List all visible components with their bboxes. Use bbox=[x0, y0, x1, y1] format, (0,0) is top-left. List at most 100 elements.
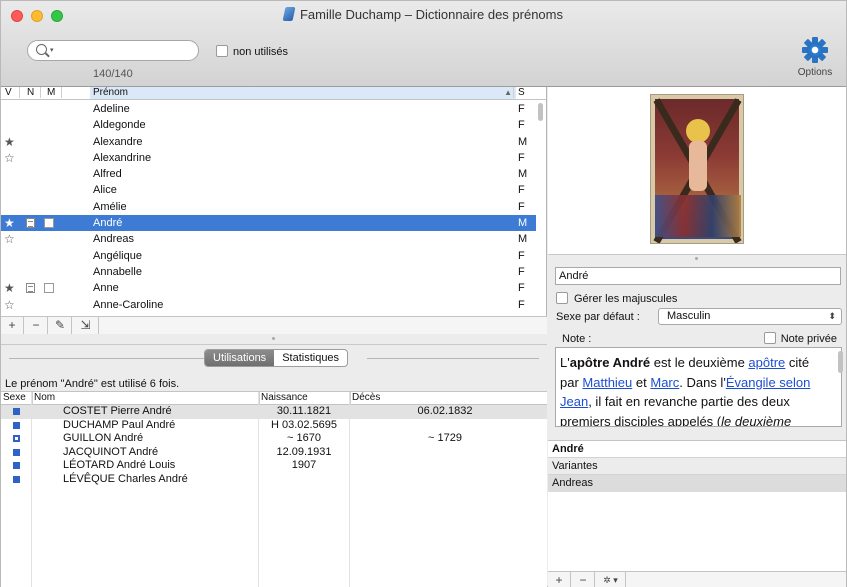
tab-utilisations[interactable]: Utilisations bbox=[205, 350, 275, 366]
variant-item[interactable]: Andreas bbox=[548, 475, 846, 492]
options-button[interactable]: Options bbox=[795, 37, 835, 78]
note-text[interactable]: L'apôtre André est le deuxième apôtre ci… bbox=[555, 347, 842, 427]
name-cell: Amélie bbox=[93, 200, 127, 213]
column-header-n[interactable]: N bbox=[27, 87, 34, 99]
edit-name-button[interactable]: ✎ bbox=[49, 317, 72, 334]
remove-variant-button[interactable]: − bbox=[572, 572, 595, 587]
name-row[interactable]: Alice F bbox=[1, 182, 536, 198]
variant-actions-menu[interactable]: ✲ ▾ bbox=[596, 572, 626, 587]
column-header-nom[interactable]: Nom bbox=[32, 392, 55, 404]
names-scrollbar[interactable] bbox=[538, 103, 543, 121]
search-field[interactable]: ▾ bbox=[27, 40, 199, 61]
private-note-option[interactable]: Note privée bbox=[763, 332, 837, 345]
name-row[interactable]: ★ Alexandre M bbox=[1, 134, 536, 150]
names-table-header: V N M Prénom ▲ S bbox=[1, 87, 546, 100]
column-header-sexe[interactable]: Sexe bbox=[1, 392, 26, 404]
sex-cell: M bbox=[518, 168, 528, 181]
birth-date-cell: 12.09.1931 bbox=[276, 445, 332, 458]
sex-cell: F bbox=[518, 265, 525, 278]
sex-indicator-icon bbox=[13, 475, 20, 483]
birth-date-cell: 1907 bbox=[291, 459, 317, 471]
person-name-cell: COSTET Pierre André bbox=[63, 405, 172, 417]
usage-summary: Le prénom "André" est utilisé 6 fois. bbox=[5, 378, 180, 390]
search-input[interactable] bbox=[62, 43, 192, 58]
column-header-s[interactable]: S bbox=[518, 87, 525, 99]
sex-cell: F bbox=[518, 200, 525, 213]
birth-date-cell: H 03.02.5695 bbox=[270, 418, 338, 431]
column-header-prenom[interactable]: Prénom ▲ bbox=[90, 87, 516, 99]
split-handle[interactable] bbox=[695, 257, 698, 260]
star-icon[interactable]: ☆ bbox=[4, 297, 22, 313]
private-note-checkbox[interactable] bbox=[763, 332, 776, 344]
name-row[interactable]: Annabelle F bbox=[1, 264, 536, 280]
note-scrollbar[interactable] bbox=[838, 351, 843, 373]
manage-capitals-checkbox[interactable] bbox=[556, 292, 568, 304]
name-row[interactable]: Aldegonde F bbox=[1, 117, 536, 133]
name-row[interactable]: ★ André M bbox=[1, 215, 536, 232]
note-icon bbox=[26, 218, 35, 229]
names-count: 140/140 bbox=[93, 68, 133, 80]
saint-andrew-image[interactable] bbox=[650, 94, 744, 244]
name-row[interactable]: ☆ Anne-Caroline F bbox=[1, 297, 536, 313]
name-row[interactable]: Alfred M bbox=[1, 166, 536, 182]
sex-indicator-icon bbox=[13, 435, 20, 442]
link-matthieu[interactable]: Matthieu bbox=[582, 375, 632, 390]
default-sex-label: Sexe par défaut : bbox=[556, 311, 640, 323]
column-header-deces[interactable]: Décès bbox=[350, 392, 380, 404]
note-italic-text: le deuxième bbox=[721, 413, 792, 427]
unused-filter[interactable]: non utilisés bbox=[216, 45, 288, 58]
usage-row[interactable]: LÉVÊQUE Charles André bbox=[1, 473, 547, 487]
variants-list[interactable]: Andreas bbox=[548, 475, 846, 492]
marker-checkbox[interactable] bbox=[44, 283, 54, 294]
usage-row[interactable]: JACQUINOT André 12.09.1931 bbox=[1, 446, 547, 460]
usage-row[interactable]: GUILLON André ~ 1670 ~ 1729 bbox=[1, 432, 547, 446]
name-row[interactable]: ☆ Annie F bbox=[1, 313, 536, 315]
default-sex-select[interactable]: Masculin ⬍ bbox=[658, 308, 842, 325]
star-icon[interactable]: ☆ bbox=[4, 150, 22, 166]
separator-line bbox=[9, 358, 204, 359]
name-row[interactable]: Amélie F bbox=[1, 199, 536, 215]
sex-indicator-icon bbox=[13, 462, 20, 469]
usage-row[interactable]: DUCHAMP Paul André H 03.02.5695 bbox=[1, 419, 547, 433]
note-label: Note : bbox=[562, 333, 592, 345]
split-divider[interactable] bbox=[1, 334, 547, 345]
name-row[interactable]: ★ Anne F bbox=[1, 280, 536, 296]
chevron-down-icon[interactable]: ▾ bbox=[50, 46, 54, 54]
add-variant-button[interactable]: + bbox=[548, 572, 571, 587]
usage-row[interactable]: COSTET Pierre André 30.11.1821 06.02.1832 bbox=[1, 405, 547, 419]
column-header-naissance[interactable]: Naissance bbox=[259, 392, 308, 404]
add-name-button[interactable]: + bbox=[1, 317, 24, 334]
name-field[interactable]: André bbox=[555, 267, 841, 285]
name-row[interactable]: Angélique F bbox=[1, 248, 536, 264]
star-icon[interactable]: ★ bbox=[4, 215, 22, 231]
remove-name-button[interactable]: − bbox=[25, 317, 48, 334]
merge-names-button[interactable]: ⇲ bbox=[73, 317, 99, 334]
name-row[interactable]: ☆ Alexandrine F bbox=[1, 150, 536, 166]
sex-cell: F bbox=[518, 249, 525, 262]
star-icon[interactable]: ★ bbox=[4, 280, 22, 296]
link-marc[interactable]: Marc bbox=[650, 375, 679, 390]
names-list[interactable]: Adeline F Aldegonde F ★ Alexandre M ☆ Alexandrin… bbox=[1, 101, 536, 315]
usage-table-header: Sexe Nom Naissance Décès bbox=[1, 392, 547, 405]
column-header-m[interactable]: M bbox=[47, 87, 55, 99]
unused-checkbox[interactable] bbox=[216, 45, 228, 57]
column-header-v[interactable]: V bbox=[5, 87, 12, 99]
name-row[interactable]: Adeline F bbox=[1, 101, 536, 117]
link-apotre[interactable]: apôtre bbox=[748, 355, 785, 370]
person-name-cell: GUILLON André bbox=[63, 432, 144, 444]
star-icon[interactable]: ☆ bbox=[4, 231, 22, 247]
marker-checkbox[interactable] bbox=[44, 218, 54, 229]
usage-list[interactable]: COSTET Pierre André 30.11.1821 06.02.1832 D… bbox=[1, 405, 547, 486]
name-row[interactable]: ☆ Andreas M bbox=[1, 231, 536, 247]
star-icon[interactable]: ☆ bbox=[4, 313, 22, 315]
manage-capitals-option[interactable]: Gérer les majuscules bbox=[556, 292, 677, 305]
birth-date-cell: 30.11.1821 bbox=[276, 405, 332, 417]
sex-cell: F bbox=[518, 119, 525, 132]
main-window: Famille Duchamp – Dictionnaire des préno… bbox=[0, 0, 847, 587]
tab-statistiques[interactable]: Statistiques bbox=[274, 350, 347, 366]
star-icon[interactable]: ★ bbox=[4, 134, 22, 150]
separator-line bbox=[367, 358, 539, 359]
detail-panel: André Gérer les majuscules Sexe par défa… bbox=[548, 87, 846, 587]
usage-row[interactable]: LÉOTARD André Louis 1907 bbox=[1, 459, 547, 473]
death-date-cell: 06.02.1832 bbox=[417, 405, 473, 417]
